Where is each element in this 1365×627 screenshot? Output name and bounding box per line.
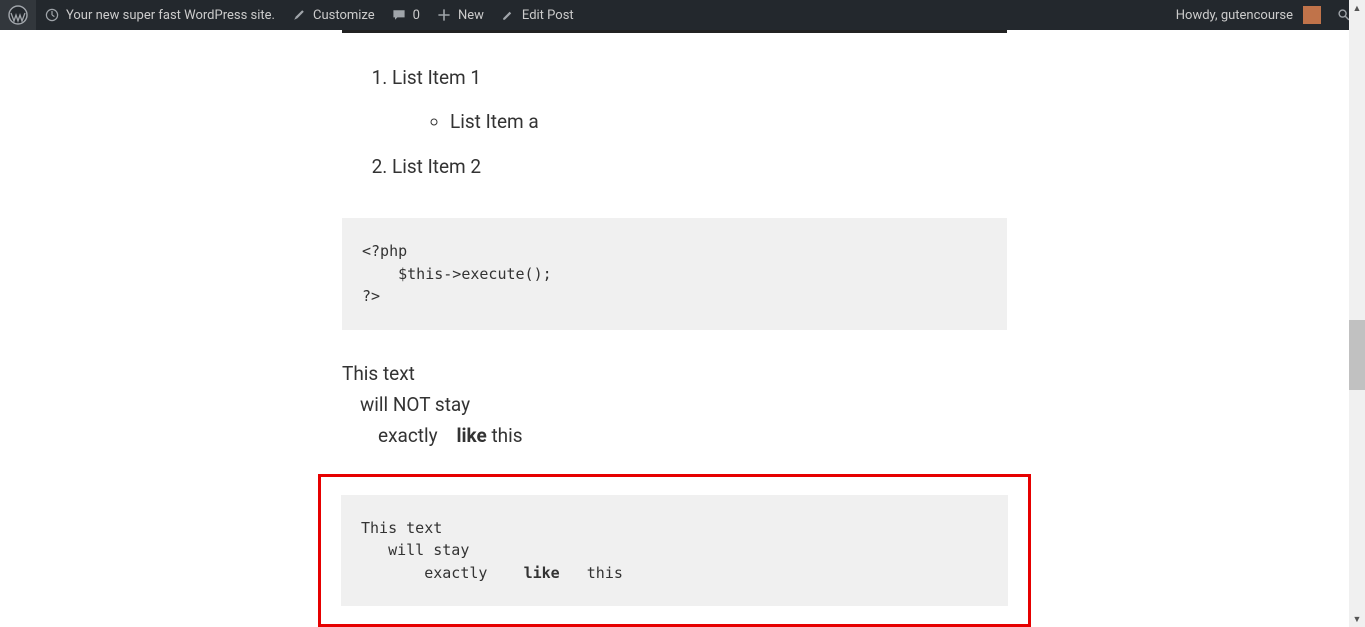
customize-menu[interactable]: Customize (283, 0, 383, 30)
list-item: List Item 2 (392, 152, 1007, 182)
paintbrush-icon (291, 7, 307, 23)
customize-label: Customize (313, 8, 375, 23)
pre-bold-like: like (524, 564, 560, 582)
pencil-icon (500, 7, 516, 23)
list-item-text: List Item 1 (392, 66, 481, 89)
site-name-label: Your new super fast WordPress site. (66, 8, 275, 23)
comments-count: 0 (413, 8, 420, 23)
edit-post-menu[interactable]: Edit Post (492, 0, 582, 30)
list-item: List Item 1 List Item a (392, 63, 1007, 138)
adminbar-right: Howdy, gutencourse (1168, 0, 1359, 30)
scroll-thumb[interactable] (1349, 320, 1365, 390)
new-content-menu[interactable]: New (428, 0, 492, 30)
para-line-1: This text (342, 362, 415, 385)
avatar (1303, 6, 1321, 24)
adminbar-left: Your new super fast WordPress site. Cust… (0, 0, 582, 30)
para-bold-like: like (456, 424, 486, 447)
scroll-down-arrow-icon[interactable]: ▼ (1349, 611, 1365, 627)
wp-admin-bar: Your new super fast WordPress site. Cust… (0, 0, 1365, 30)
para-line-2: will NOT stay (342, 389, 1007, 420)
list-item-text: List Item a (450, 110, 539, 133)
dashboard-icon (44, 7, 60, 23)
post-content: List Item 1 List Item a List Item 2 <?ph… (342, 30, 1007, 627)
comments-menu[interactable]: 0 (383, 0, 428, 30)
my-account-menu[interactable]: Howdy, gutencourse (1168, 0, 1329, 30)
code-block-preformatted: This text will stay exactly like this (341, 495, 1008, 607)
howdy-text: Howdy, gutencourse (1176, 8, 1293, 23)
scroll-up-arrow-icon[interactable]: ▲ (1349, 0, 1365, 16)
page-content-wrap: List Item 1 List Item a List Item 2 <?ph… (0, 30, 1365, 627)
wordpress-icon (8, 5, 28, 25)
highlighted-preformatted-box: This text will stay exactly like this (318, 474, 1031, 627)
para-line-3: exactly like this (342, 420, 1007, 451)
edit-post-label: Edit Post (522, 8, 574, 23)
divider-bar (342, 30, 1007, 33)
paragraph-not-preserved: This text will NOT stay exactly like thi… (342, 358, 1007, 452)
list-item-text: List Item 2 (392, 155, 481, 178)
plus-icon (436, 7, 452, 23)
code-block-php: <?php $this->execute(); ?> (342, 218, 1007, 330)
ordered-list: List Item 1 List Item a List Item 2 (342, 63, 1007, 182)
comment-icon (391, 7, 407, 23)
wp-logo-menu[interactable] (0, 0, 36, 30)
vertical-scrollbar[interactable]: ▲ ▼ (1349, 0, 1365, 627)
list-item: List Item a (450, 107, 1007, 137)
site-name-menu[interactable]: Your new super fast WordPress site. (36, 0, 283, 30)
unordered-sublist: List Item a (392, 107, 1007, 137)
new-label: New (458, 8, 484, 23)
